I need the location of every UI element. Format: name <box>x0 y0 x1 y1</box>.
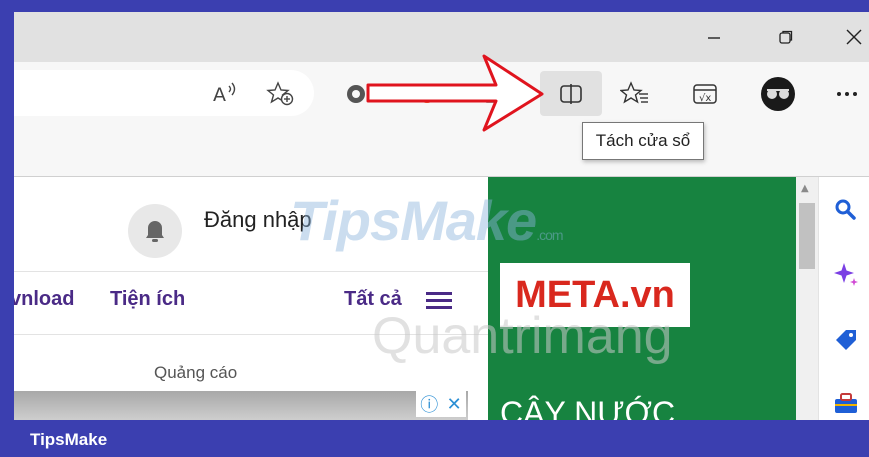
red-arrow-annotation <box>366 54 544 132</box>
